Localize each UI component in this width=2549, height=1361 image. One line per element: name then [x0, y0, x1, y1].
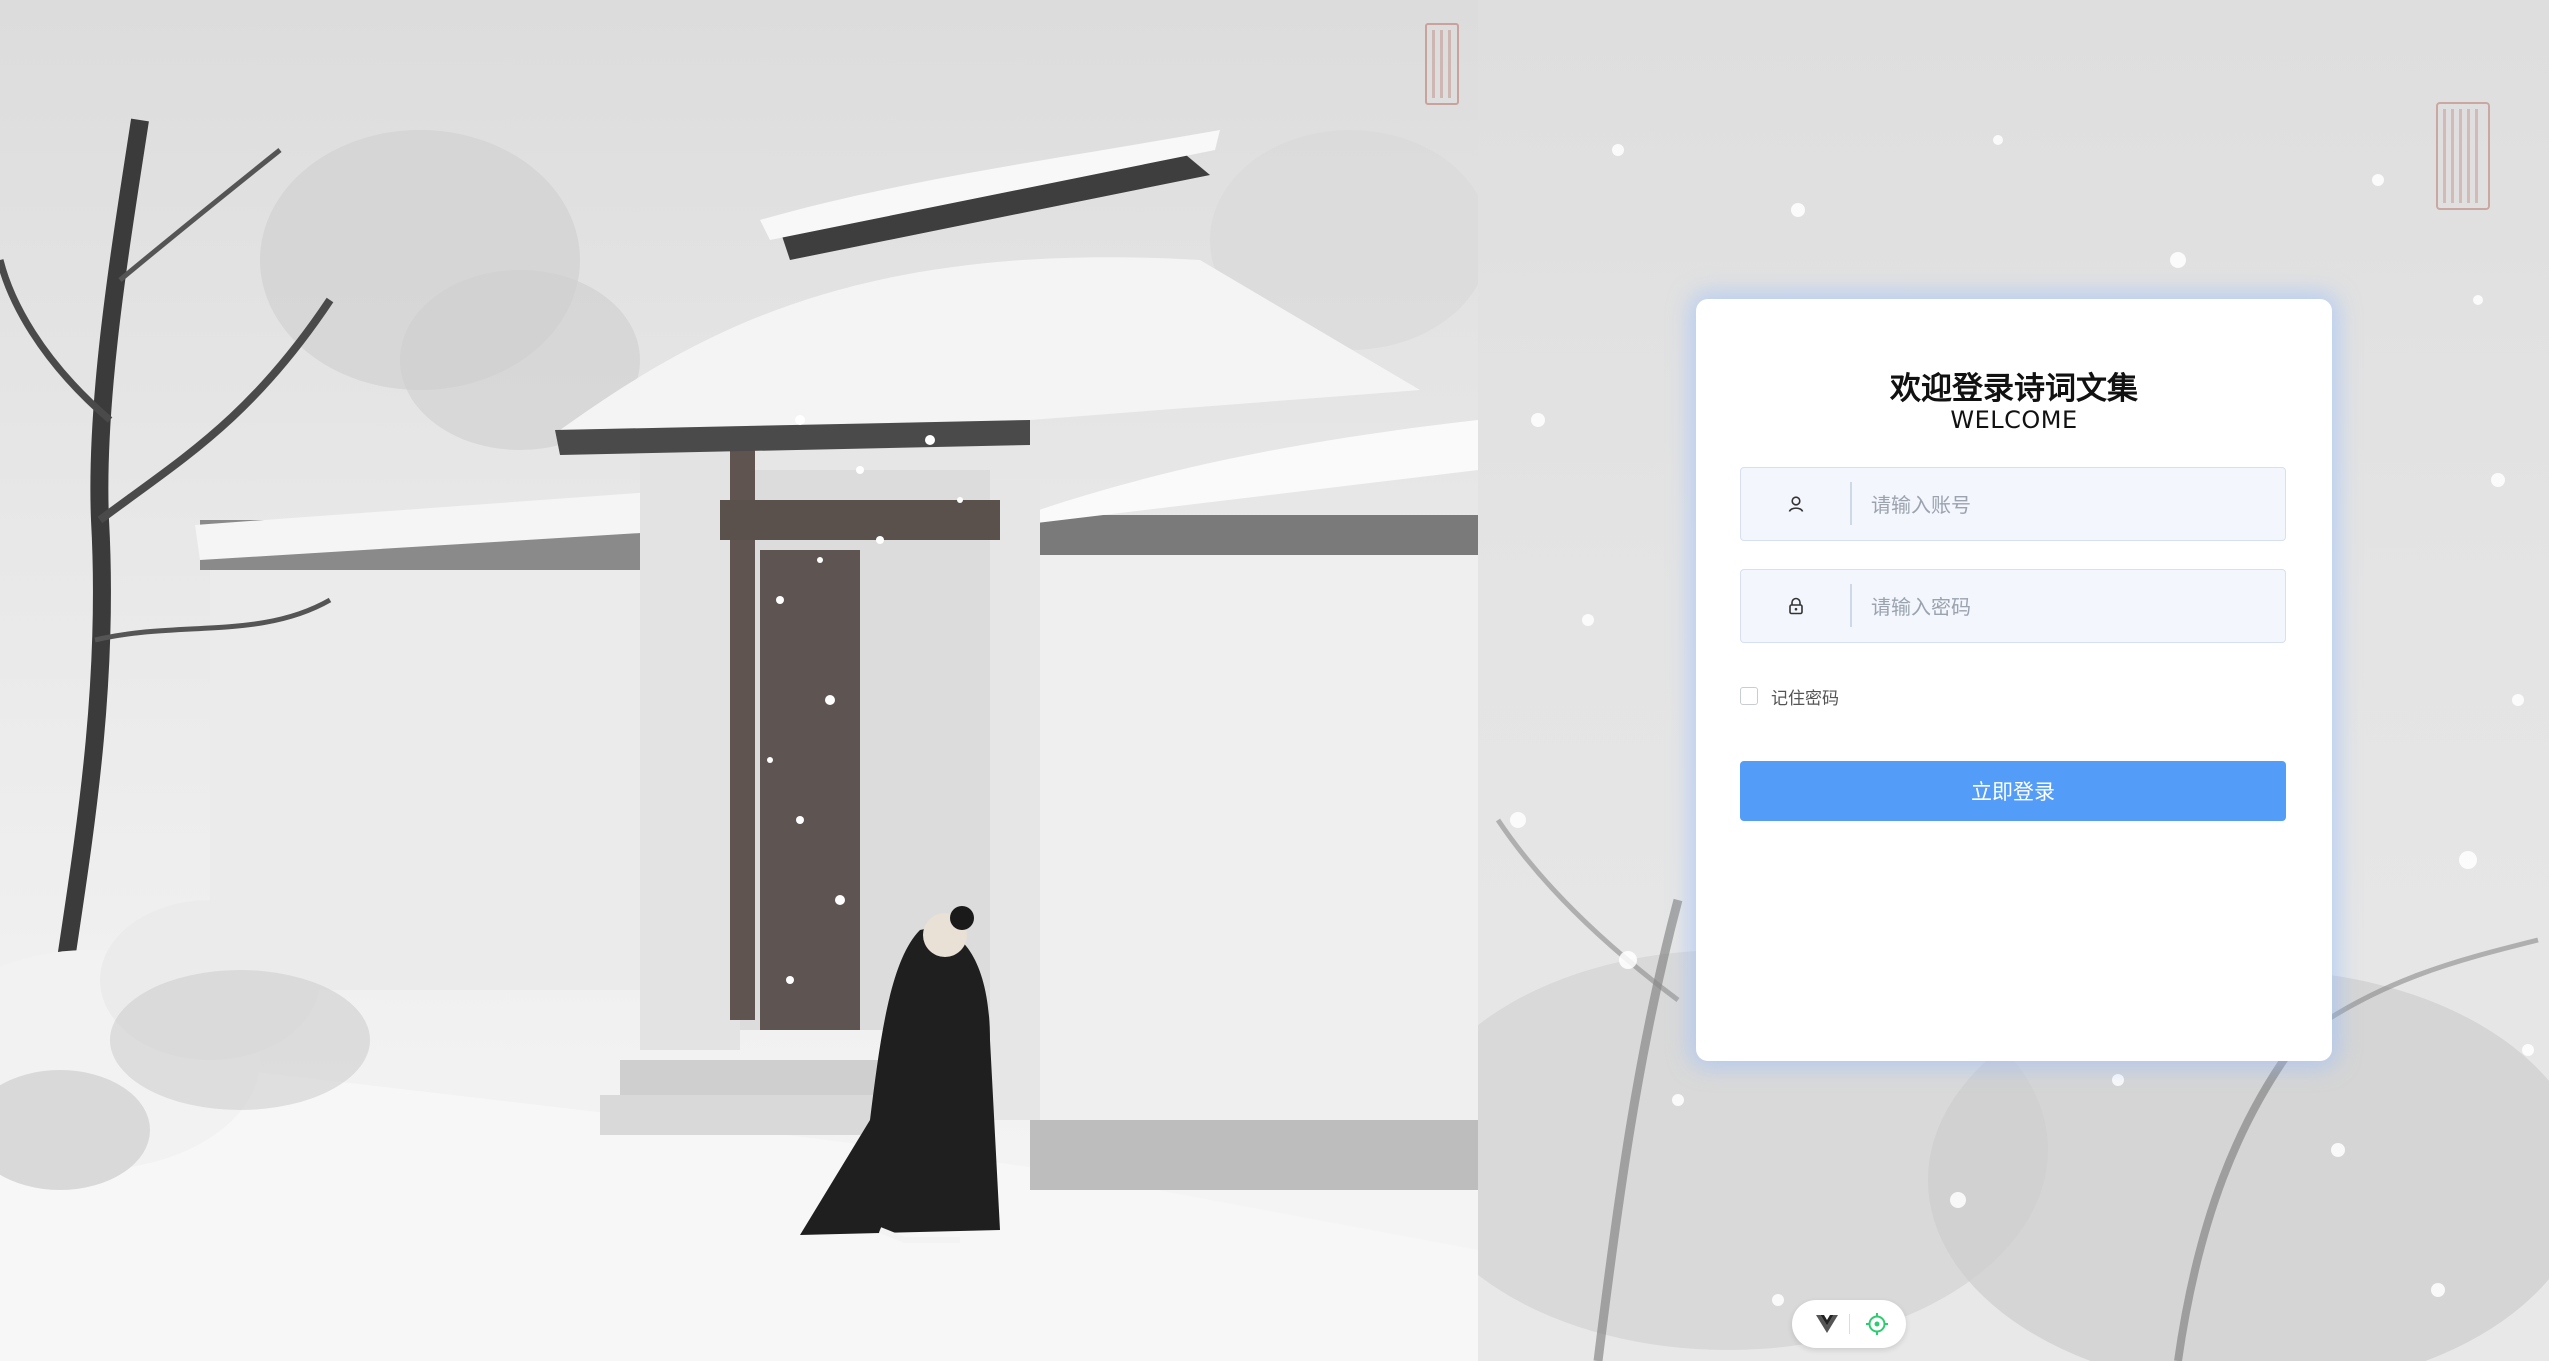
login-subtitle: WELCOME: [1950, 406, 2078, 434]
left-background-painting: [0, 0, 1478, 1361]
courtyard-painting: [0, 118, 1478, 1361]
lock-icon: [1741, 570, 1851, 641]
remember-password-option[interactable]: 记住密码: [1740, 684, 1839, 709]
password-input[interactable]: [1869, 570, 2275, 643]
login-button[interactable]: 立即登录: [1740, 761, 2286, 821]
remember-password-checkbox[interactable]: [1740, 687, 1758, 705]
red-seal-stamp-left: [1425, 23, 1459, 105]
crosshair-icon[interactable]: [1864, 1311, 1890, 1337]
user-icon: [1741, 468, 1851, 539]
toolbar-separator: [1849, 1314, 1850, 1334]
username-input[interactable]: [1869, 468, 2275, 541]
password-field[interactable]: [1740, 569, 2286, 643]
remember-password-label: 记住密码: [1771, 688, 1839, 709]
field-divider: [1850, 482, 1852, 525]
field-divider: [1850, 584, 1852, 627]
login-title: 欢迎登录诗词文集: [1890, 371, 2138, 407]
devtools-toolbar: [1792, 1300, 1906, 1348]
red-seal-stamp-right: [2436, 102, 2490, 210]
vue-logo-icon[interactable]: [1814, 1312, 1840, 1336]
login-card: 欢迎登录诗词文集 WELCOME 记住密码 立即登录: [1696, 299, 2332, 1061]
username-field[interactable]: [1740, 467, 2286, 541]
